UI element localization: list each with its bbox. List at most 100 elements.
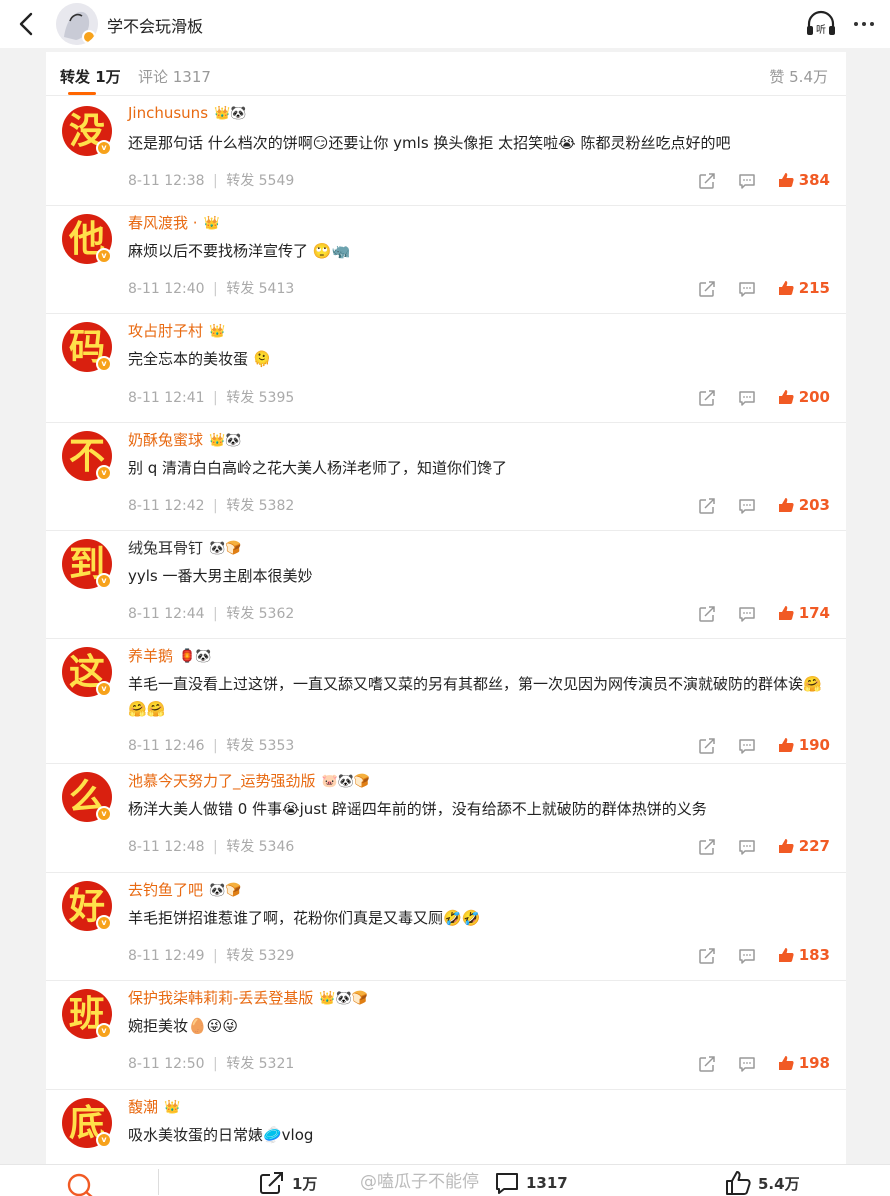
like-button[interactable]: 384 [777,170,830,190]
like-count: 190 [798,736,830,754]
listen-button[interactable]: 听 [804,8,838,40]
verified-badge-icon: v [96,140,112,156]
back-button[interactable] [8,6,44,42]
repost-text: 羊毛一直没看上过这饼，一直又舔又嗜又菜的另有其都丝，第一次见因为网传演员不演就破… [128,675,822,718]
like-button[interactable]: 200 [777,387,830,407]
bottom-action-bar: 1万 @嗑瓜子不能停 1317 5.4万 [0,1164,890,1196]
like-count: 174 [798,604,830,622]
username[interactable]: 绒兔耳骨钉 🐼🍞 [128,537,241,558]
username[interactable]: 去钓鱼了吧 🐼🍞 [128,879,241,900]
share-icon[interactable] [698,947,716,965]
tab-bar: 转发 1万 评论 1317 赞 5.4万 [46,52,846,96]
username[interactable]: Jinchusuns 👑🐼 [128,104,246,122]
repost-row[interactable]: 好 v 去钓鱼了吧 🐼🍞 羊毛拒饼招谁惹谁了啊，花粉你们真是又毒又厕🤣🤣 8-11… [46,873,846,981]
repost-text: 别 q 清清白白高岭之花大美人杨洋老师了，知道你们馋了 [128,459,508,477]
share-icon[interactable] [698,497,716,515]
user-badges: 👑 [164,1100,181,1115]
chevron-left-icon [19,12,33,36]
share-icon[interactable] [698,737,716,755]
like-button[interactable]: 227 [777,836,830,856]
repost-row[interactable]: 到 v 绒兔耳骨钉 🐼🍞 yyls 一番大男主剧本很美妙 8-11 12:44 |… [46,531,846,639]
more-options-icon[interactable] [846,8,882,40]
repost-count: 转发 5353 [226,738,295,754]
repost-text: 杨洋大美人做错 0 件事😭just 辟谣四年前的饼，没有给舔不上就破防的群体热饼… [128,800,707,818]
repost-row[interactable]: 班 v 保护我柒韩莉莉-丢丢登基版 👑🐼🍞 婉拒美妆🥚😜😜 8-11 12:50 … [46,981,846,1090]
thumbs-up-icon [778,390,794,404]
thumbs-up-icon [778,738,794,752]
repost-row[interactable]: 这 v 养羊鹅 🏮🐼 羊毛一直没看上过这饼，一直又舔又嗜又菜的另有其都丝，第一次见… [46,639,846,764]
repost-row[interactable]: 他 v 春风渡我 · 👑 麻烦以后不要找杨洋宣传了 🙄🦏 8-11 12:40 |… [46,206,846,314]
user-badges: 👑🐼 [209,433,242,448]
repost-meta: 8-11 12:48 | 转发 5346 [128,839,295,855]
repost-button[interactable]: 1万 [258,1169,317,1196]
user-badges: 👑 [203,216,220,231]
search-icon[interactable] [66,1171,94,1196]
comment-icon[interactable] [738,605,756,623]
comment-icon[interactable] [738,838,756,856]
username[interactable]: 攻占肘子村 👑 [128,320,225,341]
repost-row[interactable]: 码 v 攻占肘子村 👑 完全忘本的美妆蛋 🫠 8-11 12:41 | 转发 53… [46,314,846,423]
timestamp: 8-11 12:41 [128,390,205,406]
repost-meta: 8-11 12:38 | 转发 5549 [128,173,295,189]
headphones-icon: 听 [807,10,835,36]
repost-count: 转发 5362 [226,606,295,622]
comment-icon[interactable] [738,737,756,755]
user-badges: 👑 [209,324,226,339]
like-button[interactable]: 215 [777,278,830,298]
comment-icon[interactable] [738,947,756,965]
share-icon[interactable] [698,1055,716,1073]
like-button[interactable]: 183 [777,945,830,965]
repost-meta: 8-11 12:50 | 转发 5321 [128,1056,295,1072]
thumbs-up-icon [778,948,794,962]
share-icon[interactable] [698,838,716,856]
comment-icon[interactable] [738,497,756,515]
share-icon[interactable] [698,605,716,623]
like-button[interactable]: 5.4万 [724,1169,800,1196]
repost-count: 转发 5382 [226,498,295,514]
user-badges: 🐼🍞 [209,541,242,556]
timestamp: 8-11 12:44 [128,606,205,622]
username[interactable]: 池慕今天努力了_运势强劲版 🐷🐼🍞 [128,770,370,791]
page-title: 学不会玩滑板 [107,17,204,36]
thumbs-up-icon [778,281,794,295]
username[interactable]: 保护我柒韩莉莉-丢丢登基版 👑🐼🍞 [128,987,368,1008]
comment-icon[interactable] [738,280,756,298]
timestamp: 8-11 12:42 [128,498,205,514]
like-button[interactable]: 190 [777,735,830,755]
like-button[interactable]: 198 [777,1053,830,1073]
tab-comment[interactable]: 评论 1317 [138,66,211,87]
share-icon[interactable] [698,280,716,298]
repost-meta: 8-11 12:49 | 转发 5329 [128,948,295,964]
username[interactable]: 春风渡我 · 👑 [128,212,220,233]
tab-repost[interactable]: 转发 1万 [60,66,121,87]
username[interactable]: 奶酥兔蜜球 👑🐼 [128,429,241,450]
avatar[interactable] [56,3,98,45]
user-badges: 👑🐼🍞 [319,991,368,1006]
user-badges: 👑🐼 [214,106,247,121]
comment-button[interactable]: 1317 [494,1169,568,1196]
repost-row[interactable]: 底 v 馥潮 👑 吸水美妆蛋的日常婊🥏vlog [46,1090,846,1164]
repost-row[interactable]: 么 v 池慕今天努力了_运势强劲版 🐷🐼🍞 杨洋大美人做错 0 件事😭just 辟… [46,764,846,873]
repost-row[interactable]: 不 v 奶酥兔蜜球 👑🐼 别 q 清清白白高岭之花大美人杨洋老师了，知道你们馋了 … [46,423,846,531]
username[interactable]: 养羊鹅 🏮🐼 [128,645,211,666]
share-icon[interactable] [698,172,716,190]
like-button[interactable]: 203 [777,495,830,515]
like-button[interactable]: 174 [777,603,830,623]
comment-icon[interactable] [738,1055,756,1073]
repost-meta: 8-11 12:46 | 转发 5353 [128,738,295,754]
comment-icon[interactable] [738,389,756,407]
repost-meta: 8-11 12:42 | 转发 5382 [128,498,295,514]
like-count: 198 [798,1054,830,1072]
verified-badge-icon: v [96,1023,112,1039]
comment-icon [496,1173,518,1194]
repost-text: 吸水美妆蛋的日常婊🥏vlog [128,1126,314,1144]
username[interactable]: 馥潮 👑 [128,1096,180,1117]
share-icon[interactable] [698,389,716,407]
comment-icon[interactable] [738,172,756,190]
like-count: 384 [798,171,830,189]
tab-like[interactable]: 赞 5.4万 [769,66,828,87]
timestamp: 8-11 12:38 [128,173,205,189]
like-count: 203 [798,496,830,514]
repost-count: 转发 5413 [226,281,295,297]
repost-row[interactable]: 没 v Jinchusuns 👑🐼 还是那句话 什么档次的饼啊😏还要让你 ymls… [46,98,846,206]
